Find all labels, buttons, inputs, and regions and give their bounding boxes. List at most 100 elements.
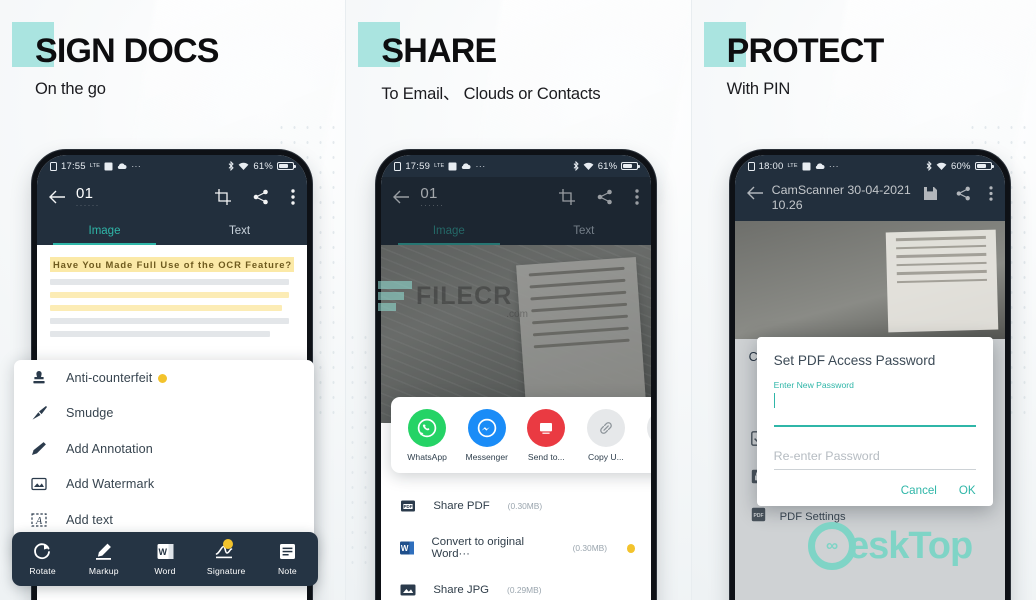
- share-target-copy-url[interactable]: Copy U...: [576, 408, 636, 462]
- toolbar-label: Markup: [88, 566, 119, 576]
- list-item-convert-word[interactable]: W Convert to original Word··· (0.30MB): [381, 527, 651, 569]
- toolbar-word[interactable]: W Word: [134, 542, 195, 576]
- appbar-subtitle: ······: [76, 203, 100, 209]
- toolbar-rotate[interactable]: Rotate: [12, 542, 73, 576]
- tab-text[interactable]: Text: [516, 217, 651, 245]
- document-line: [50, 331, 270, 337]
- back-arrow-icon[interactable]: [49, 190, 66, 204]
- app-bar: CamScanner 30-04-2021 10.26: [734, 177, 1005, 221]
- crop-icon[interactable]: [215, 189, 231, 205]
- field-underline-active: [773, 425, 976, 427]
- panel-subline: To Email、 Clouds or Contacts: [381, 85, 601, 103]
- pdf-settings-icon: PDF: [751, 507, 766, 527]
- tab-image[interactable]: Image: [37, 217, 172, 245]
- sd-card-icon: [104, 162, 113, 170]
- share-target-whatsapp[interactable]: WhatsApp: [397, 408, 457, 462]
- tab-text[interactable]: Text: [172, 217, 307, 245]
- pencil-icon: [28, 441, 50, 457]
- ok-button[interactable]: OK: [959, 484, 976, 497]
- tab-image[interactable]: Image: [381, 217, 516, 245]
- whatsapp-icon: [408, 408, 447, 447]
- dialog-actions: Cancel OK: [774, 484, 976, 497]
- reenter-password-field[interactable]: Re-enter Password: [773, 449, 976, 470]
- panel-protect: PROTECT With PIN 18:00 LTE ··· 60% CamSc…: [690, 0, 1036, 600]
- share-options-list: PDF Share PDF (0.30MB) W Convert to orig…: [381, 485, 652, 600]
- svg-text:A: A: [35, 516, 43, 527]
- share-icon[interactable]: [597, 189, 613, 205]
- list-item-label: Convert to original Word···: [431, 536, 524, 560]
- toolbar-markup[interactable]: Markup: [73, 542, 134, 576]
- menu-item-anti-counterfeit[interactable]: Anti-counterfeit: [14, 360, 314, 396]
- more-dots-icon: ···: [475, 160, 486, 172]
- document-title: Have You Made Full Use of the OCR Featur…: [50, 257, 294, 272]
- send-to-device-icon: [527, 408, 566, 447]
- back-arrow-icon[interactable]: [393, 190, 410, 204]
- share-target-send-to[interactable]: Send to...: [517, 408, 577, 462]
- cloud-icon: [462, 162, 471, 169]
- status-bar: 17:55 LTE ··· 61%: [37, 155, 307, 177]
- panel-headline: SHARE: [381, 32, 497, 70]
- toolbar-note[interactable]: Note: [257, 542, 318, 576]
- wifi-icon: [583, 162, 594, 170]
- share-icon[interactable]: [956, 186, 971, 206]
- list-item-size: (0.30MB): [572, 543, 608, 553]
- document-line: [50, 279, 290, 285]
- back-arrow-icon[interactable]: [746, 186, 764, 205]
- tab-bar: Image Text: [37, 217, 307, 245]
- toolbar-signature[interactable]: Signature: [196, 539, 257, 576]
- svg-text:PDF: PDF: [753, 513, 763, 519]
- share-target-label: Messenger: [465, 451, 508, 462]
- scan-photo-preview: [734, 221, 1005, 339]
- status-time: 17:55: [61, 160, 86, 172]
- more-vertical-icon[interactable]: [989, 186, 993, 206]
- status-battery-text: 60%: [951, 160, 971, 172]
- cancel-button[interactable]: Cancel: [901, 484, 937, 497]
- more-dots-icon: ···: [131, 160, 142, 172]
- new-password-label: Enter New Password: [773, 380, 854, 390]
- menu-item-label: Add Annotation: [66, 441, 153, 456]
- sim-icon: [50, 161, 57, 171]
- list-item-label: Share JPG: [433, 584, 490, 596]
- more-dots-icon: ···: [828, 160, 839, 172]
- wifi-icon: [936, 162, 947, 170]
- sim-icon: [747, 161, 755, 171]
- share-target-messenger[interactable]: Messenger: [457, 408, 517, 462]
- bluetooth-icon: [573, 161, 579, 171]
- copy-link-icon: [586, 408, 625, 447]
- status-battery-text: 61%: [597, 160, 618, 172]
- phone-mockup: 17:59 LTE ··· 61% 01 ······ Image Text P…: [376, 150, 657, 600]
- appbar-subtitle: ······: [420, 203, 445, 209]
- menu-item-label: Anti-counterfeit: [66, 371, 168, 385]
- toolbar-label: Rotate: [29, 566, 56, 576]
- menu-item-label: Add Watermark: [66, 477, 155, 492]
- menu-item-smudge[interactable]: Smudge: [14, 396, 314, 432]
- list-item-share-jpg[interactable]: Share JPG (0.29MB): [381, 569, 651, 600]
- field-underline: [773, 468, 976, 470]
- text-caret: [773, 393, 776, 408]
- screenshot-stage: SIGN DOCS On the go 17:55 LTE ··· 61% 01…: [0, 0, 1036, 600]
- share-target-more[interactable]: More: [636, 408, 652, 462]
- share-icon[interactable]: [253, 189, 269, 205]
- set-password-dialog: Set PDF Access Password Enter New Passwo…: [756, 337, 993, 506]
- vip-badge-icon: [222, 539, 233, 549]
- share-target-label: Send to...: [527, 451, 565, 462]
- crop-icon[interactable]: [559, 189, 576, 205]
- watermark-image-icon: [28, 476, 50, 492]
- status-time: 18:00: [758, 160, 784, 172]
- more-vertical-icon[interactable]: [291, 189, 295, 205]
- list-item-share-pdf[interactable]: PDF Share PDF (0.30MB): [381, 485, 651, 527]
- new-password-field[interactable]: [773, 393, 976, 427]
- share-target-label: Copy U...: [587, 451, 624, 462]
- panel-sign-docs: SIGN DOCS On the go 17:55 LTE ··· 61% 01…: [0, 0, 346, 600]
- appbar-title: CamScanner 30-04-2021 10.26: [771, 183, 911, 212]
- status-bar: 18:00 LTE ··· 60%: [734, 155, 1005, 177]
- menu-item-add-watermark[interactable]: Add Watermark: [14, 467, 314, 503]
- document-line: [50, 305, 282, 311]
- appbar-title-block: 01 ······: [420, 185, 444, 209]
- menu-item-add-annotation[interactable]: Add Annotation: [14, 431, 314, 467]
- tab-indicator: [53, 242, 156, 245]
- more-vertical-icon[interactable]: [635, 189, 640, 205]
- phone-screen: 18:00 LTE ··· 60% CamScanner 30-04-2021 …: [734, 155, 1005, 600]
- save-icon[interactable]: [923, 186, 938, 206]
- menu-item-label: Smudge: [66, 406, 114, 421]
